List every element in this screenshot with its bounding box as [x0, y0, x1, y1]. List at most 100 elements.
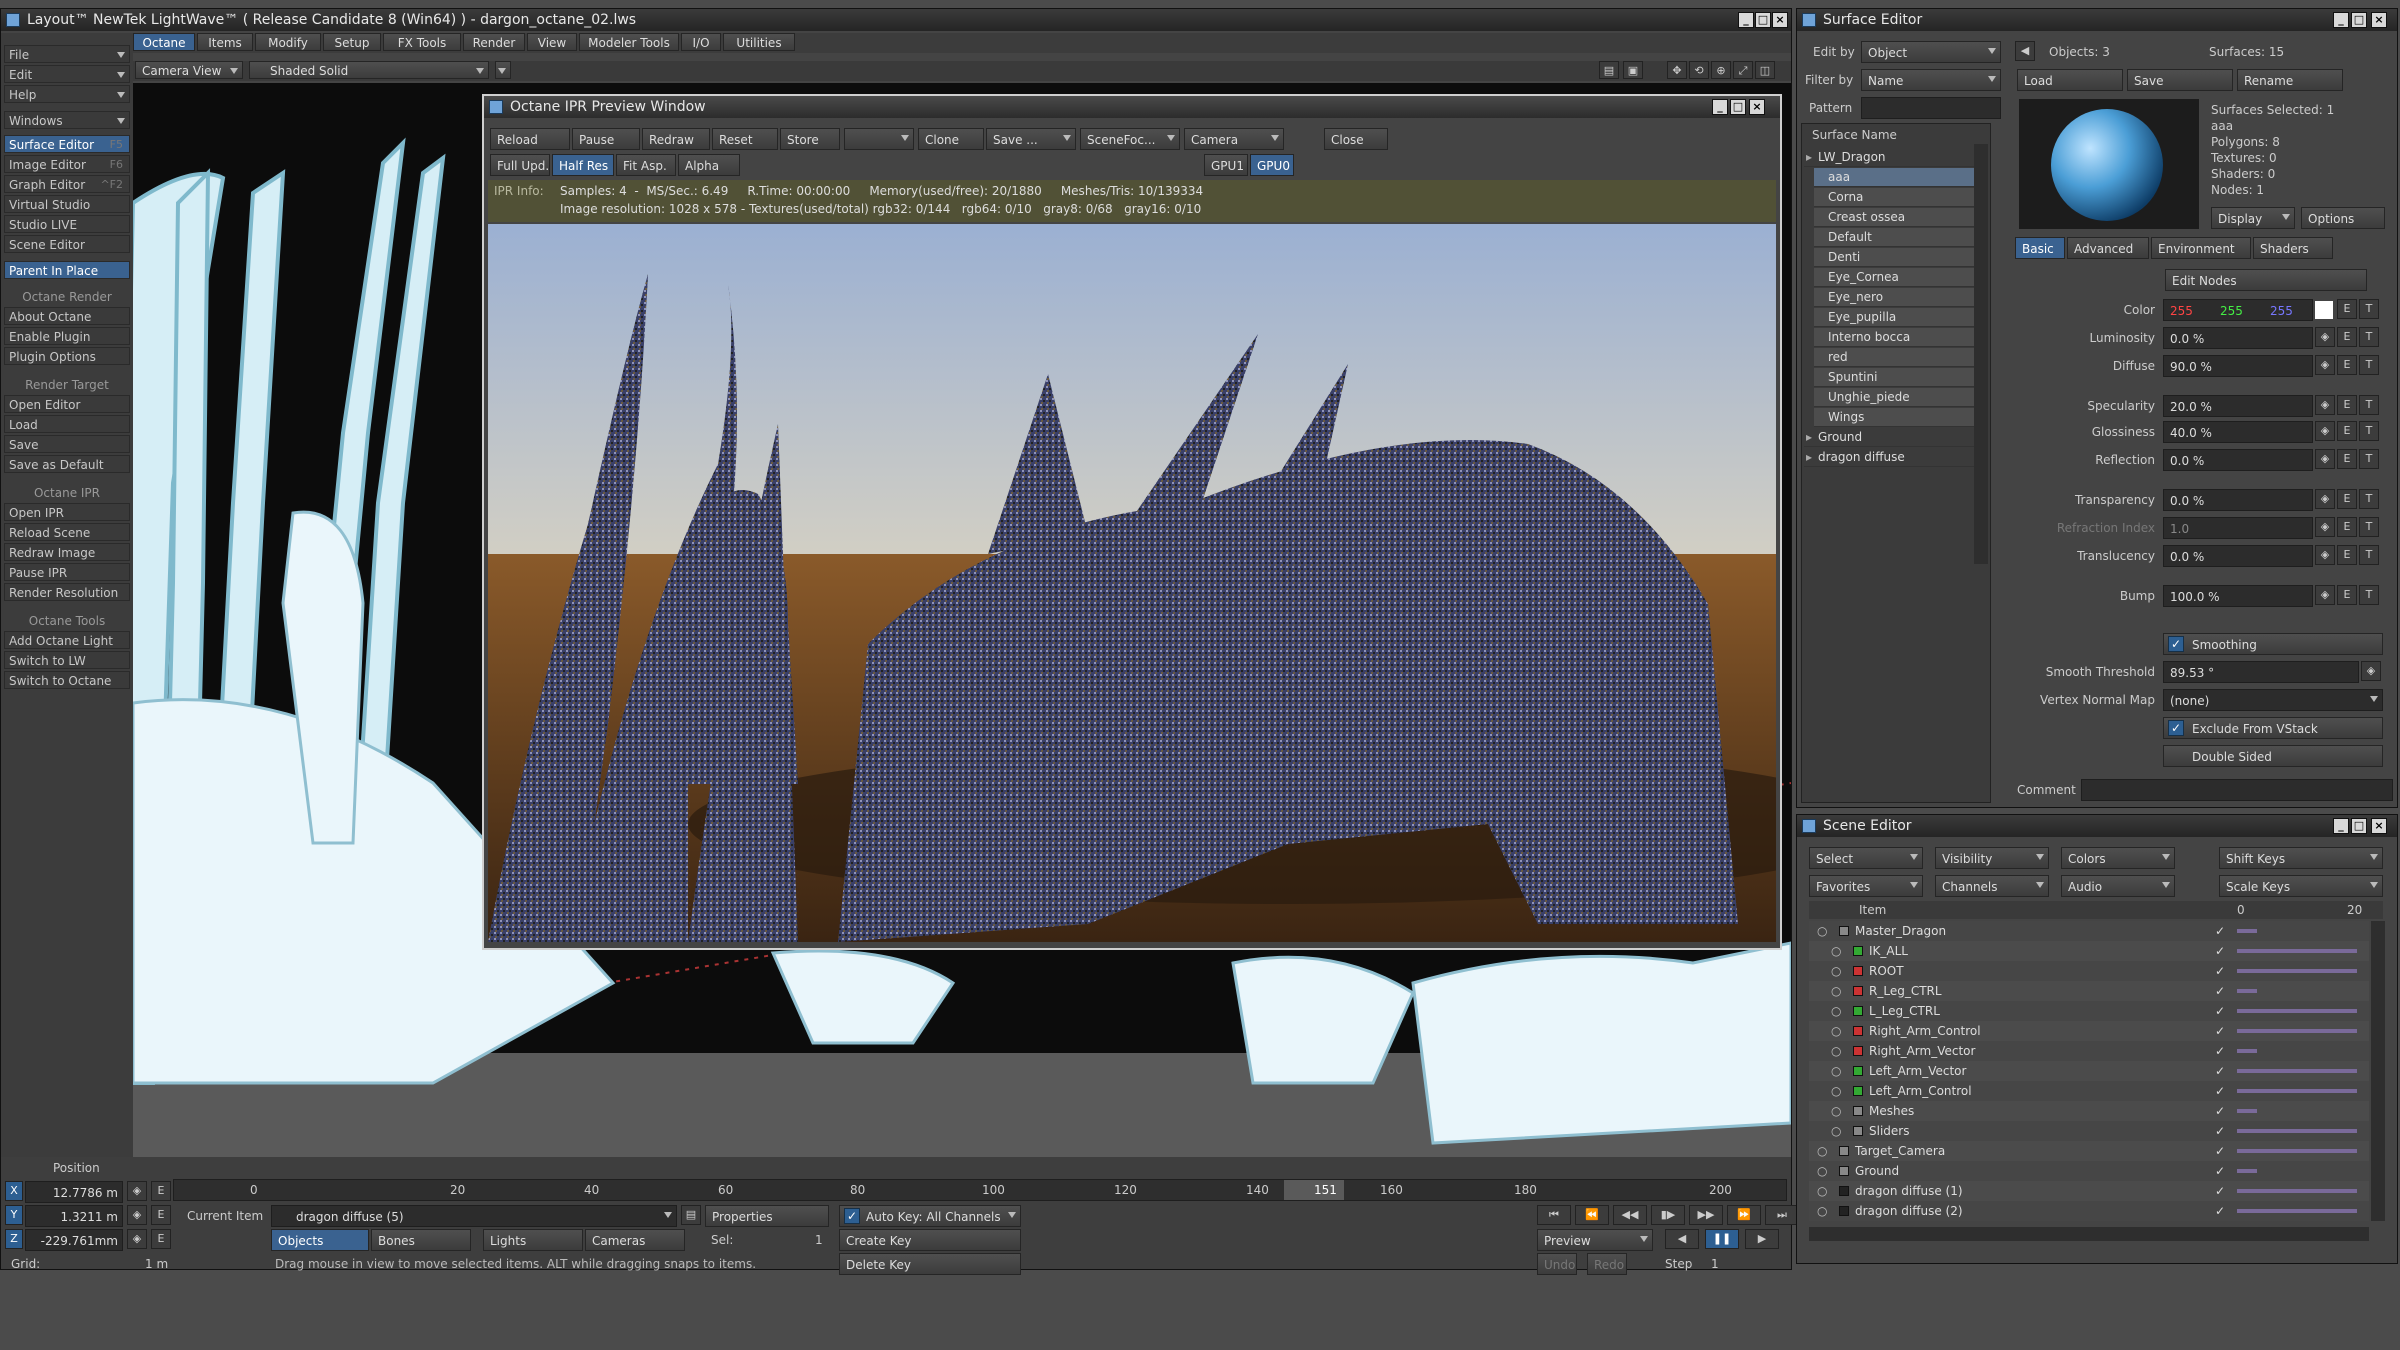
prop-e-button[interactable]: E	[2337, 355, 2357, 375]
active-checkbox-icon[interactable]: ✓	[2215, 921, 2225, 941]
visibility-icon[interactable]: ○	[1831, 1001, 1841, 1021]
view-settings-icon[interactable]: ◫	[1755, 61, 1775, 79]
visibility-icon[interactable]: ○	[1831, 1101, 1841, 1121]
axis-x-lock[interactable]: X	[5, 1181, 23, 1201]
envelope-icon[interactable]: ◈	[2315, 517, 2335, 537]
menu-add-octane-light[interactable]: Add Octane Light	[4, 631, 130, 649]
active-checkbox-icon[interactable]: ✓	[2215, 1081, 2225, 1101]
prop-e-button[interactable]: E	[2337, 517, 2357, 537]
ipr-close-button[interactable]: Close	[1324, 128, 1388, 150]
prop-e-button[interactable]: E	[2337, 395, 2357, 415]
ipr-scenefoc-button[interactable]: SceneFoc...	[1080, 128, 1180, 150]
tree-item[interactable]: red	[1814, 348, 1976, 367]
visibility-icon[interactable]: ○	[1831, 941, 1841, 961]
envelope-icon[interactable]: ◈	[2315, 585, 2335, 605]
undo-button[interactable]: Undo	[1537, 1253, 1577, 1275]
timeline-ruler[interactable]: 0 200 20 40 60 80 100 120 140 160 180 151	[173, 1179, 1787, 1201]
expression-y-button[interactable]: E	[151, 1205, 171, 1225]
filter-by-select[interactable]: Name	[1861, 69, 2001, 91]
prop-e-button[interactable]: E	[2337, 449, 2357, 469]
create-key-button[interactable]: Create Key	[839, 1229, 1021, 1251]
visibility-icon[interactable]: ○	[1817, 921, 1827, 941]
ipr-store-button[interactable]: Store	[780, 128, 840, 150]
active-checkbox-icon[interactable]: ✓	[2215, 1101, 2225, 1121]
tab-setup[interactable]: Setup	[323, 33, 381, 51]
menu-scene-editor[interactable]: Scene Editor	[4, 235, 130, 253]
double-sided-toggle[interactable]: Double Sided	[2163, 745, 2383, 767]
pause-icon[interactable]: ❚❚	[1705, 1229, 1739, 1249]
menu-enable-plugin[interactable]: Enable Plugin	[4, 327, 130, 345]
ipr-save-button[interactable]: Save ...	[986, 128, 1076, 150]
vertex-normal-map-select[interactable]: (none)	[2163, 689, 2383, 711]
close-icon[interactable]: ×	[1772, 12, 1788, 28]
tab-utilities[interactable]: Utilities	[723, 33, 795, 51]
tree-item[interactable]: Creast ossea	[1814, 208, 1976, 227]
display-dropdown[interactable]: Display	[2211, 207, 2295, 229]
properties-button[interactable]: Properties	[705, 1205, 829, 1227]
visibility-icon[interactable]: ○	[1831, 1061, 1841, 1081]
scene-item-row[interactable]: ○ dragon diffuse (2) ✓	[1809, 1201, 2369, 1221]
tree-item[interactable]: Corna	[1814, 188, 1976, 207]
smooth-threshold-field[interactable]: 89.53 °	[2163, 661, 2359, 683]
scene-item-row[interactable]: ○ Left_Arm_Vector ✓	[1809, 1061, 2369, 1081]
menu-switch-to-octane[interactable]: Switch to Octane	[4, 671, 130, 689]
ipr-pause-button[interactable]: Pause	[572, 128, 640, 150]
menu-about-octane[interactable]: About Octane	[4, 307, 130, 325]
prop-reflection-field[interactable]: 0.0 %	[2163, 449, 2313, 471]
tree-item[interactable]: Unghie_piede	[1814, 388, 1976, 407]
edit-nodes-button[interactable]: Edit Nodes	[2165, 269, 2367, 291]
scene-visibility-dropdown[interactable]: Visibility	[1935, 847, 2049, 869]
position-x-field[interactable]: 12.7786 m	[25, 1181, 123, 1203]
prop-e-button[interactable]: E	[2337, 327, 2357, 347]
ipr-fitasp-toggle[interactable]: Fit Asp.	[616, 154, 676, 176]
prop-t-button[interactable]: T	[2359, 545, 2379, 565]
menu-surface-editor[interactable]: Surface Editor F5	[4, 135, 130, 153]
viewport-layout-icon[interactable]: ▤	[1599, 61, 1619, 79]
tree-item[interactable]: Interno bocca	[1814, 328, 1976, 347]
ipr-reset-button[interactable]: Reset	[712, 128, 778, 150]
playback-control-icon-5[interactable]: ⏩	[1727, 1205, 1761, 1225]
active-checkbox-icon[interactable]: ✓	[2215, 1121, 2225, 1141]
scene-channels-dropdown[interactable]: Channels	[1935, 875, 2049, 897]
menu-edit[interactable]: Edit	[4, 65, 130, 83]
comment-input[interactable]	[2081, 779, 2393, 801]
prop-translucency-field[interactable]: 0.0 %	[2163, 545, 2313, 567]
playback-control-icon-0[interactable]: ⏮	[1537, 1205, 1571, 1225]
envelope-y-icon[interactable]: ◈	[127, 1205, 147, 1225]
rename-button[interactable]: Rename	[2237, 69, 2343, 91]
tree-item[interactable]: Eye_nero	[1814, 288, 1976, 307]
prop-t-button[interactable]: T	[2359, 449, 2379, 469]
active-checkbox-icon[interactable]: ✓	[2215, 941, 2225, 961]
prop-t-button[interactable]: T	[2359, 327, 2379, 347]
visibility-icon[interactable]: ○	[1817, 1201, 1827, 1221]
tree-item[interactable]: Default	[1814, 228, 1976, 247]
gpu-1-toggle[interactable]: GPU0	[1250, 154, 1294, 176]
scene-item-row[interactable]: ○ ROOT ✓	[1809, 961, 2369, 981]
active-checkbox-icon[interactable]: ✓	[2215, 961, 2225, 981]
delete-key-button[interactable]: Delete Key	[839, 1253, 1021, 1275]
menu-redraw-image[interactable]: Redraw Image	[4, 543, 130, 561]
maximize-view-icon[interactable]: ⤢	[1733, 61, 1753, 79]
tree-item[interactable]: Denti	[1814, 248, 1976, 267]
envelope-x-icon[interactable]: ◈	[127, 1181, 147, 1201]
color-e-button[interactable]: E	[2337, 299, 2357, 319]
scene-item-row[interactable]: ○ L_Leg_CTRL ✓	[1809, 1001, 2369, 1021]
prop-t-button[interactable]: T	[2359, 395, 2379, 415]
surface-tree[interactable]: Surface Name ▸ LW_Dragon aaa Corna Creast oss…	[1801, 123, 1991, 803]
exclude-vstack-toggle[interactable]: ✓ Exclude From VStack	[2163, 717, 2383, 739]
play-reverse-icon[interactable]: ◀	[1665, 1229, 1699, 1249]
threshold-envelope-icon[interactable]: ◈	[2361, 661, 2381, 681]
prop-t-button[interactable]: T	[2359, 517, 2379, 537]
tree-item[interactable]: Wings	[1814, 408, 1976, 427]
visibility-icon[interactable]: ○	[1831, 1081, 1841, 1101]
surface-tab-advanced[interactable]: Advanced	[2067, 237, 2149, 259]
scene-scrollbar[interactable]	[2371, 921, 2385, 1221]
scene-item-row[interactable]: ○ Meshes ✓	[1809, 1101, 2369, 1121]
scene-item-list[interactable]: ○ Master_Dragon ✓ ○ IK_ALL ✓ ○ ROOT ✓ ○ R_Leg_CTRL…	[1809, 921, 2369, 1221]
prop-transparency-field[interactable]: 0.0 %	[2163, 489, 2313, 511]
visibility-icon[interactable]: ○	[1817, 1141, 1827, 1161]
scene-favorites-dropdown[interactable]: Favorites	[1809, 875, 1923, 897]
maximize-icon[interactable]: □	[1755, 12, 1771, 28]
active-checkbox-icon[interactable]: ✓	[2215, 1021, 2225, 1041]
surface-tab-environment[interactable]: Environment	[2151, 237, 2251, 259]
